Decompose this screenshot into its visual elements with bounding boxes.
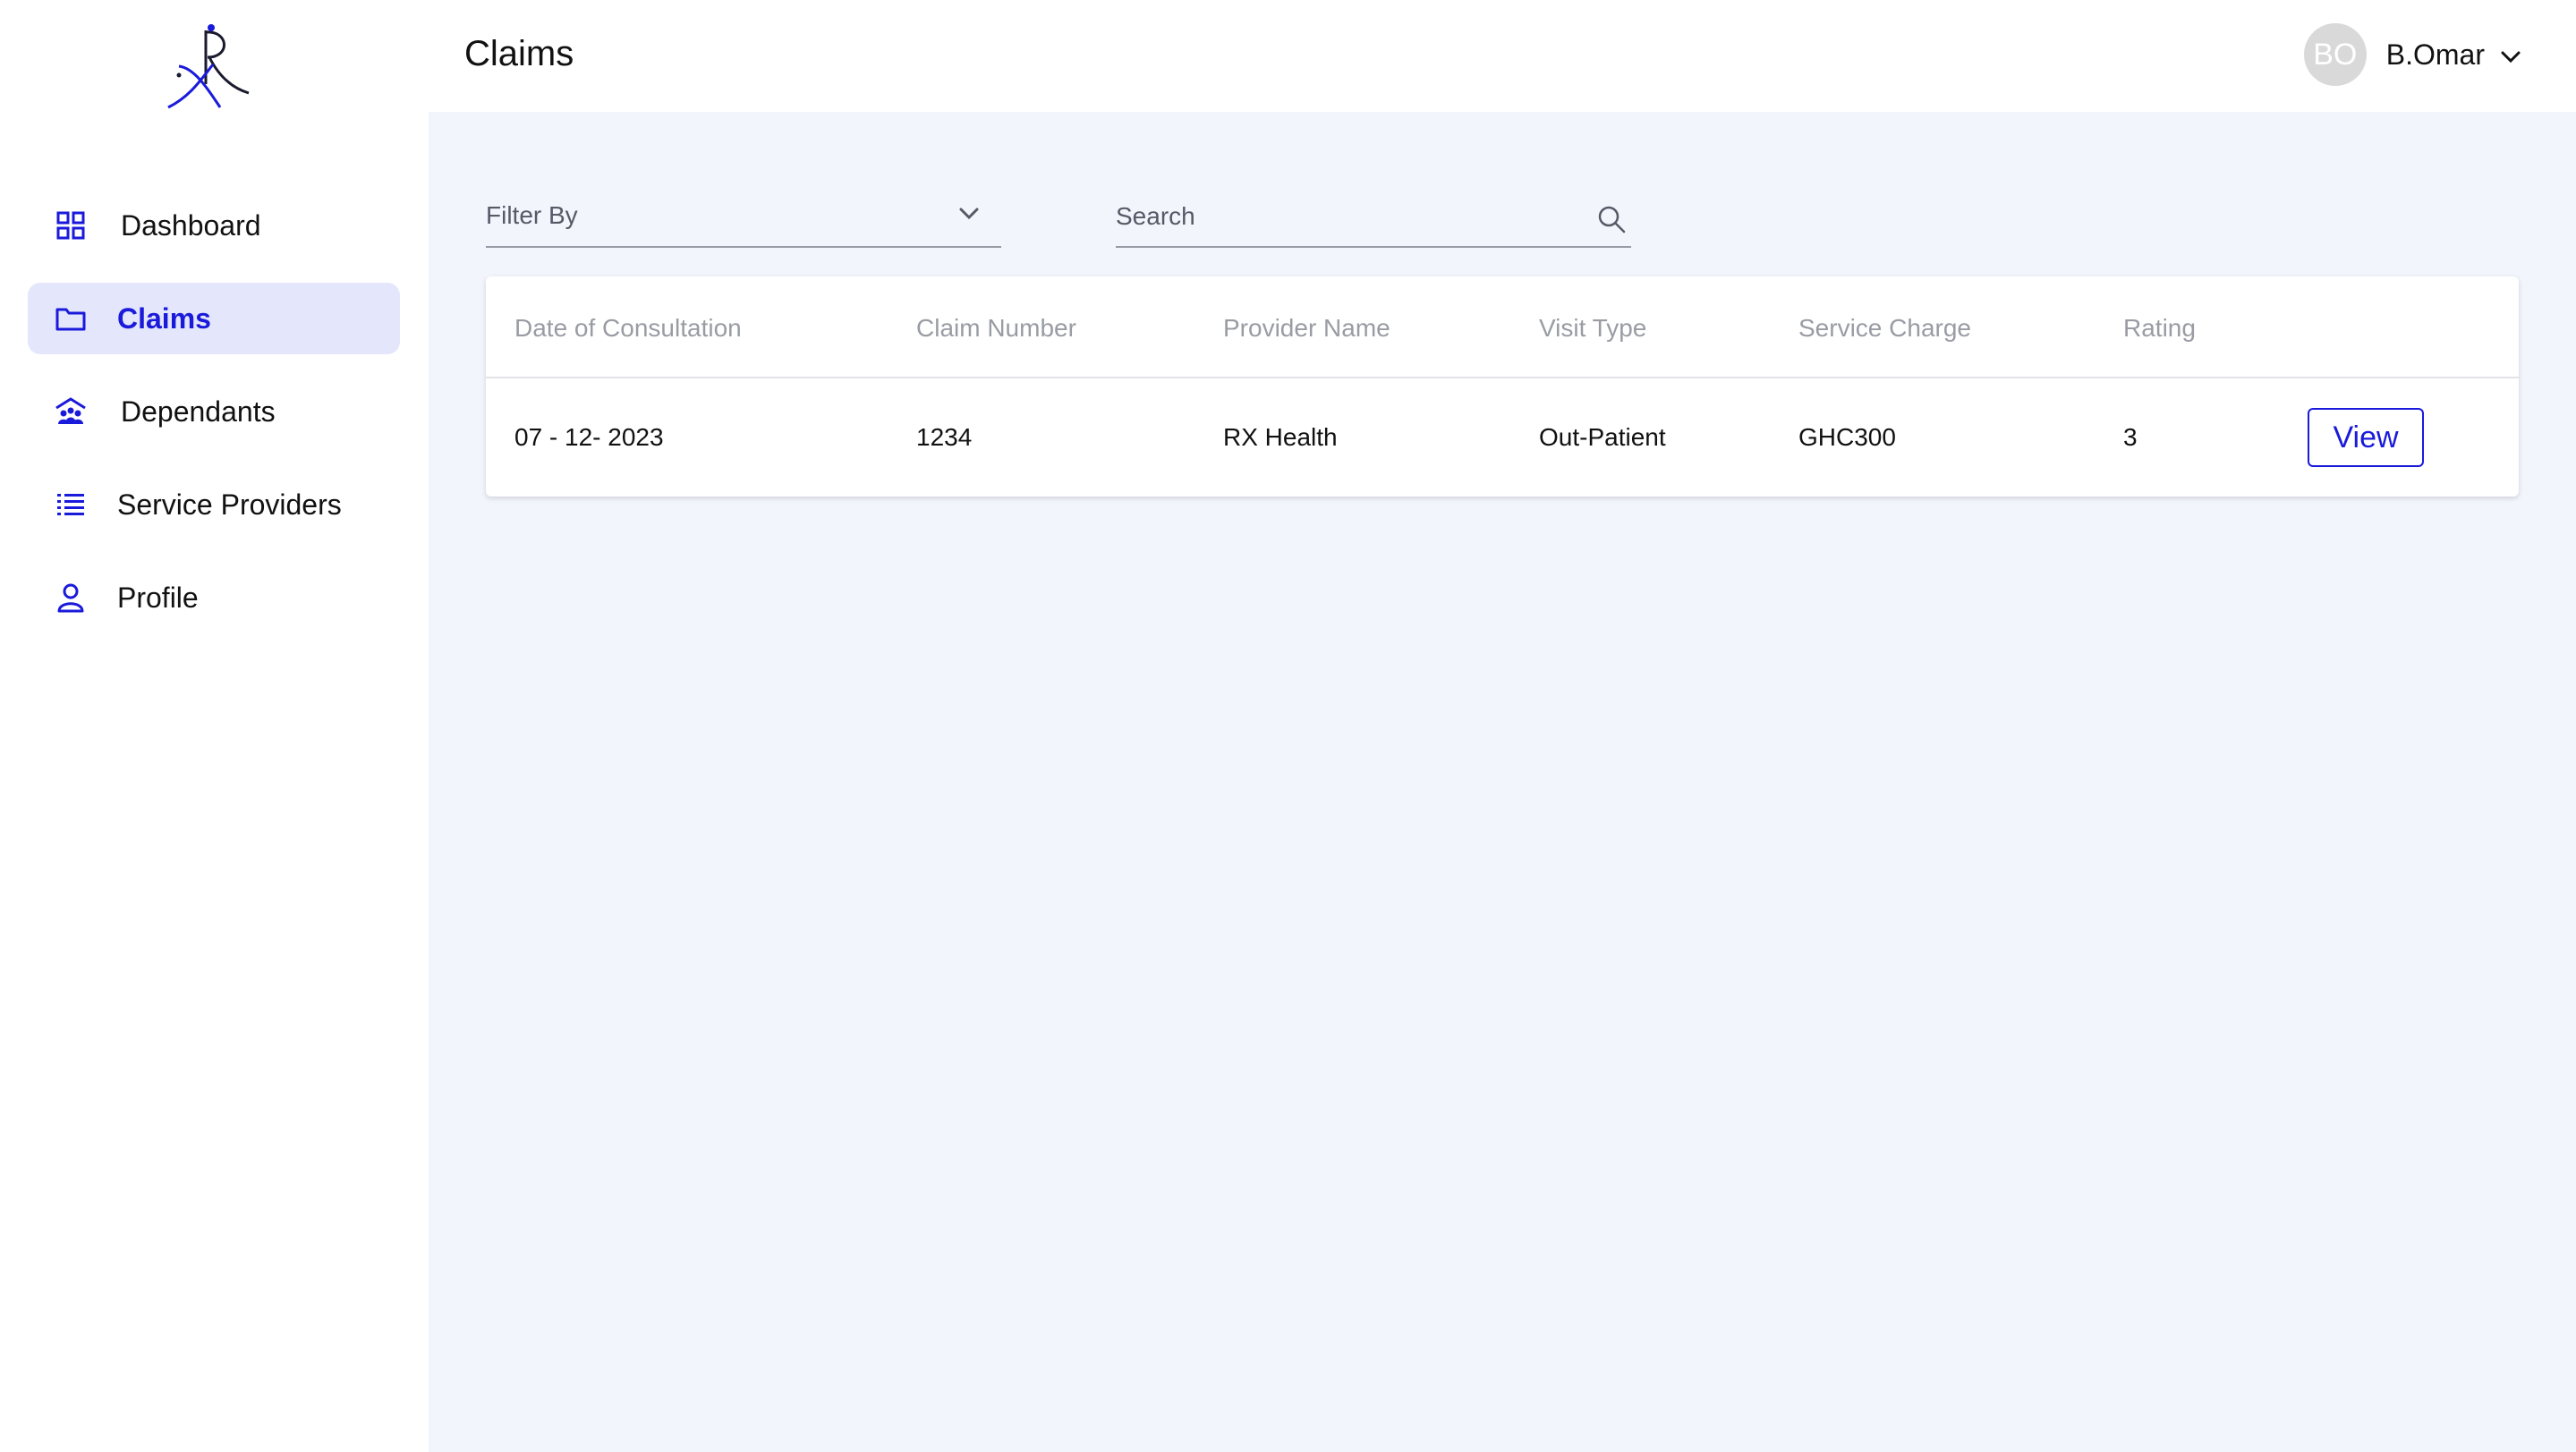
user-icon: [55, 582, 87, 614]
sidebar-item-label: Service Providers: [117, 488, 342, 521]
folder-icon: [55, 302, 87, 335]
app-root: Dashboard Claims Dependants Service Prov…: [0, 0, 2576, 1452]
cell-claim-number: 1234: [916, 423, 973, 451]
view-button[interactable]: View: [2308, 408, 2424, 467]
column-header: Date of Consultation: [514, 314, 742, 342]
sidebar-item-label: Claims: [117, 301, 211, 335]
sidebar-item-profile[interactable]: Profile: [28, 562, 400, 633]
cell-date: 07 - 12- 2023: [514, 423, 664, 451]
user-menu[interactable]: BO B.Omar: [2303, 21, 2522, 88]
column-header: Visit Type: [1539, 314, 1647, 342]
avatar[interactable]: BO: [2303, 23, 2367, 86]
filter-by-label: Filter By: [486, 201, 578, 229]
column-header: Service Charge: [1798, 314, 1971, 342]
chevron-down-icon[interactable]: [2499, 46, 2522, 69]
search-icon[interactable]: [1595, 203, 1628, 235]
sidebar-item-label: Dependants: [121, 395, 276, 428]
sidebar-item-label: Dashboard: [121, 208, 261, 242]
dashboard-grid-icon: [55, 209, 87, 242]
cell-provider-name: RX Health: [1223, 423, 1338, 451]
table-header: Date of Consultation Claim Number Provid…: [486, 276, 2519, 378]
search-field: [1116, 194, 1631, 248]
user-name[interactable]: B.Omar: [2386, 38, 2485, 72]
sidebar: Dashboard Claims Dependants Service Prov…: [0, 0, 429, 1452]
family-icon: [55, 395, 87, 428]
sidebar-item-claims[interactable]: Claims: [28, 283, 400, 354]
sidebar-item-label: Profile: [117, 581, 199, 614]
cell-rating: 3: [2123, 423, 2138, 451]
main-content: Filter By Date of Consultation Claim Num…: [429, 112, 2576, 1452]
top-header: Claims BO B.Omar: [429, 0, 2576, 112]
column-header: Rating: [2123, 314, 2196, 342]
brand-logo[interactable]: [159, 21, 259, 115]
column-header: Claim Number: [916, 314, 1076, 342]
filter-by-select[interactable]: Filter By: [486, 194, 1001, 248]
search-input[interactable]: [1116, 194, 1563, 239]
sidebar-item-dependants[interactable]: Dependants: [28, 376, 400, 447]
chevron-down-icon[interactable]: [956, 201, 982, 226]
list-icon: [55, 488, 87, 521]
sidebar-item-service-providers[interactable]: Service Providers: [28, 469, 400, 540]
claims-table: Date of Consultation Claim Number Provid…: [486, 276, 2519, 497]
sidebar-nav: Dashboard Claims Dependants Service Prov…: [28, 190, 400, 655]
column-header: Provider Name: [1223, 314, 1390, 342]
page-title: Claims: [464, 34, 574, 73]
cell-service-charge: GHC300: [1798, 423, 1896, 451]
cell-visit-type: Out-Patient: [1539, 423, 1666, 451]
sidebar-item-dashboard[interactable]: Dashboard: [28, 190, 400, 261]
table-row: 07 - 12- 2023 1234 RX Health Out-Patient…: [486, 378, 2519, 497]
